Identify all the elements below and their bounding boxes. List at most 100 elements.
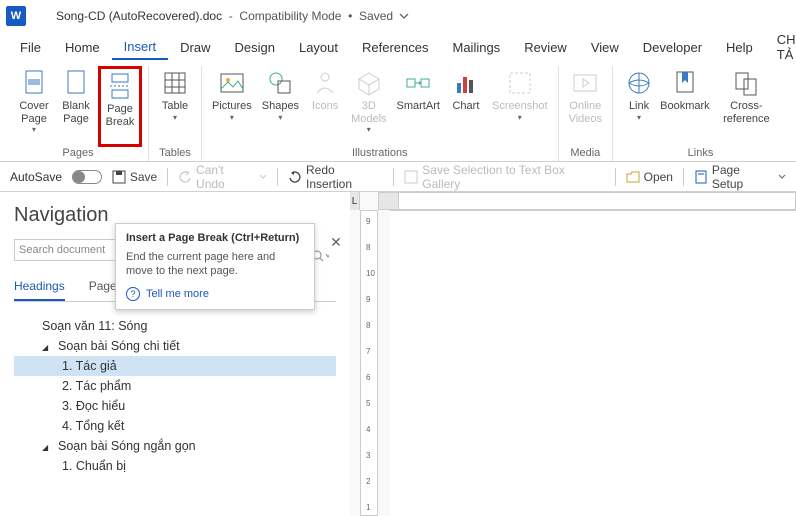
menu-view[interactable]: View — [579, 36, 631, 59]
ruler-mark: 1 — [366, 503, 370, 512]
menu-references[interactable]: References — [350, 36, 440, 59]
menu-developer[interactable]: Developer — [631, 36, 714, 59]
open-button[interactable]: Open — [626, 170, 673, 184]
tree-item[interactable]: 4. Tổng kết — [14, 416, 336, 436]
autosave-toggle[interactable] — [72, 170, 102, 184]
bookmark-button[interactable]: Bookmark — [661, 66, 709, 147]
chevron-down-icon: ▾ — [173, 113, 177, 122]
ribbon-button-label: Chart — [452, 100, 479, 113]
ribbon-button-label: Link — [629, 100, 649, 113]
tab-selector[interactable]: L — [350, 192, 360, 210]
undo-button: Can't Undo — [178, 163, 267, 191]
ribbon-group-label: Media — [570, 147, 600, 161]
ribbon-button-label: Table — [162, 100, 188, 113]
tooltip-body: End the current page here and move to th… — [126, 250, 304, 279]
screenshot-button: Screenshot▾ — [488, 66, 552, 147]
blank-page-icon — [61, 68, 91, 98]
ribbon-group-tables: Table▾Tables — [149, 66, 202, 161]
page[interactable] — [390, 210, 796, 516]
ribbon-button-label: Bookmark — [660, 100, 710, 113]
tree-item-label: 1. Tác giả — [62, 359, 117, 373]
menu-home[interactable]: Home — [53, 36, 112, 59]
menu-help[interactable]: Help — [714, 36, 765, 59]
word-icon: W — [6, 6, 26, 26]
tree-item[interactable]: 1. Chuẩn bị — [14, 456, 336, 476]
ribbon-button-label: Cross-reference — [715, 100, 778, 125]
menu-review[interactable]: Review — [512, 36, 579, 59]
tree-item-label: Soạn văn 11: Sóng — [42, 319, 147, 333]
ruler-mark: 8 — [366, 321, 370, 330]
link-button[interactable]: Link▾ — [619, 66, 659, 147]
menu-file[interactable]: File — [8, 36, 53, 59]
ribbon-button-label: Pictures — [212, 100, 252, 113]
menu-insert[interactable]: Insert — [112, 35, 169, 60]
tooltip-title: Insert a Page Break (Ctrl+Return) — [126, 232, 304, 244]
close-icon[interactable]: ✕ — [328, 234, 344, 250]
ruler-vertical[interactable]: 9810987654321 — [360, 210, 378, 516]
tree-item[interactable]: ◢ Soạn bài Sóng chi tiết — [14, 336, 336, 356]
screenshot-icon — [505, 68, 535, 98]
titlebar: W Song-CD (AutoRecovered).doc - Compatib… — [0, 0, 796, 32]
quick-access-toolbar: AutoSave Save Can't Undo Redo Insertion … — [0, 162, 796, 192]
chevron-down-icon: ▾ — [518, 113, 522, 122]
chevron-down-icon: ▾ — [637, 113, 641, 122]
cover-page-button[interactable]: CoverPage▾ — [14, 66, 54, 147]
menu-chính-tả[interactable]: CHÍNH TẢ — [765, 28, 796, 66]
tree-item[interactable]: 2. Tác phẩm — [14, 376, 336, 396]
3d-icon — [354, 68, 384, 98]
blank-page-button[interactable]: BlankPage — [56, 66, 96, 147]
chart-button[interactable]: Chart — [446, 66, 486, 147]
ribbon-button-label: CoverPage — [19, 100, 48, 125]
tree-item-label: 3. Đọc hiểu — [62, 399, 125, 413]
save-selection-button: Save Selection to Text Box Gallery — [404, 163, 604, 191]
tree-item-label: Soạn bài Sóng chi tiết — [58, 339, 180, 353]
save-button[interactable]: Save — [112, 170, 157, 184]
smartart-icon — [403, 68, 433, 98]
title-dropdown-icon[interactable] — [399, 11, 409, 21]
pictures-button[interactable]: Pictures▾ — [208, 66, 256, 147]
tree-item[interactable]: 1. Tác giả — [14, 356, 336, 376]
table-button[interactable]: Table▾ — [155, 66, 195, 147]
chevron-down-icon: ▾ — [32, 125, 36, 134]
menu-design[interactable]: Design — [223, 36, 287, 59]
ribbon-button-label: SmartArt — [397, 100, 440, 113]
cross-reference-button[interactable]: Cross-reference — [711, 66, 782, 147]
ribbon-group-label: Links — [688, 147, 714, 161]
bookmark-icon — [670, 68, 700, 98]
ribbon-button-label: Screenshot — [492, 100, 548, 113]
redo-button[interactable]: Redo Insertion — [288, 163, 383, 191]
tree-item[interactable]: Soạn văn 11: Sóng — [14, 316, 336, 336]
chevron-down-icon: ▾ — [367, 125, 371, 134]
ruler-mark: 9 — [366, 217, 370, 226]
ruler-mark: 10 — [366, 269, 375, 278]
ribbon-button-label: BlankPage — [62, 100, 90, 125]
video-icon — [570, 68, 600, 98]
ruler-horizontal[interactable] — [378, 192, 796, 210]
tree-item[interactable]: 3. Đọc hiểu — [14, 396, 336, 416]
help-icon: ? — [126, 287, 140, 301]
chevron-down-icon: ▾ — [230, 113, 234, 122]
page-setup-button[interactable]: Page Setup — [694, 163, 786, 191]
tell-me-more-link[interactable]: ? Tell me more — [126, 287, 304, 301]
caret-down-icon: ◢ — [42, 343, 54, 352]
ribbon-button-label: OnlineVideos — [569, 100, 602, 125]
ruler-mark: 3 — [366, 451, 370, 460]
page-break-button[interactable]: PageBreak — [98, 66, 142, 147]
tree-item-label: 2. Tác phẩm — [62, 379, 131, 393]
document-area[interactable]: L 9810987654321 — [350, 192, 796, 516]
menu-mailings[interactable]: Mailings — [441, 36, 513, 59]
ruler-mark: 5 — [366, 399, 370, 408]
menu-draw[interactable]: Draw — [168, 36, 222, 59]
chevron-down-icon: ▾ — [278, 113, 282, 122]
menu-layout[interactable]: Layout — [287, 36, 350, 59]
tree-item[interactable]: ◢Soạn bài Sóng ngắn gọn — [14, 436, 336, 456]
ribbon-button-label: PageBreak — [106, 103, 135, 128]
ribbon-group-pages: CoverPage▾ BlankPage PageBreak Pages — [8, 66, 149, 161]
crossref-icon — [731, 68, 761, 98]
nav-tab-headings[interactable]: Headings — [14, 275, 65, 301]
shapes-button[interactable]: Shapes▾ — [258, 66, 303, 147]
doc-title: Song-CD (AutoRecovered).doc - Compatibil… — [56, 9, 393, 23]
ribbon-group-label: Pages — [62, 147, 93, 161]
smartart-button[interactable]: SmartArt — [393, 66, 444, 147]
shapes-icon — [265, 68, 295, 98]
